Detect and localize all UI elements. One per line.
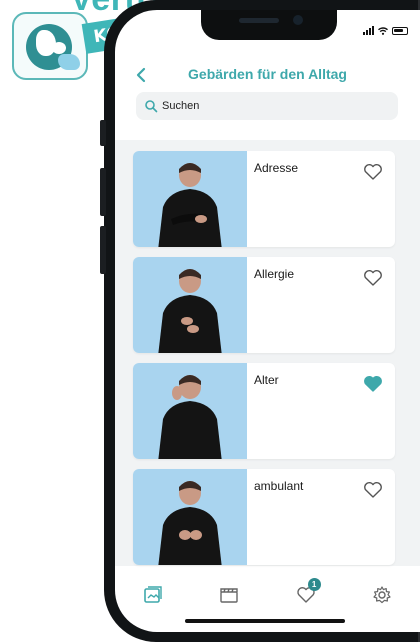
- sign-card-alter[interactable]: Alter: [133, 363, 395, 459]
- search-field[interactable]: Suchen: [136, 92, 398, 120]
- sign-label: Alter: [254, 373, 279, 387]
- sign-list: Adresse Allergie Alter ambulant: [115, 140, 420, 566]
- battery-icon: [392, 26, 408, 35]
- sign-video-thumbnail[interactable]: [133, 151, 247, 247]
- phone-volume-up: [100, 168, 106, 216]
- sign-card-adresse[interactable]: Adresse: [133, 151, 395, 247]
- tab-videos[interactable]: [209, 580, 249, 610]
- wifi-icon: [378, 26, 388, 35]
- signer-figure: [158, 481, 222, 565]
- page-title: Gebärden für den Alltag: [188, 66, 347, 82]
- phone-volume-down: [100, 226, 106, 274]
- gear-icon: [373, 586, 391, 604]
- favorites-count-badge: 1: [307, 578, 321, 591]
- clapperboard-icon: [220, 588, 239, 603]
- heart-outline-icon[interactable]: [363, 481, 383, 499]
- sign-label: Allergie: [254, 267, 295, 281]
- gallery-icon: [144, 586, 162, 603]
- tab-bar: 1: [115, 575, 420, 615]
- heart-filled-icon[interactable]: [363, 375, 383, 393]
- search-icon: [145, 100, 158, 113]
- tab-settings[interactable]: [362, 580, 402, 610]
- signer-figure: [158, 269, 222, 353]
- search-placeholder: Suchen: [162, 100, 200, 112]
- sign-label: ambulant: [254, 479, 304, 493]
- tab-favorites[interactable]: 1: [286, 578, 326, 610]
- heart-outline-icon[interactable]: [363, 163, 383, 181]
- sign-video-thumbnail[interactable]: [133, 257, 247, 353]
- sign-card-allergie[interactable]: Allergie: [133, 257, 395, 353]
- status-bar: [363, 26, 408, 35]
- heart-outline-icon[interactable]: [363, 269, 383, 287]
- signal-icon: [363, 26, 374, 35]
- tab-gallery[interactable]: [133, 580, 173, 610]
- phone-side-button: [100, 120, 106, 146]
- sign-label: Adresse: [254, 161, 299, 175]
- sign-video-thumbnail[interactable]: [133, 469, 247, 565]
- app-icon: [12, 12, 88, 80]
- notch: [201, 10, 337, 40]
- signer-figure: [158, 163, 222, 247]
- sign-card-ambulant[interactable]: ambulant: [133, 469, 395, 565]
- sign-video-thumbnail[interactable]: [133, 363, 247, 459]
- home-indicator: [185, 619, 345, 623]
- signer-figure: [158, 375, 222, 459]
- nav-bar: Gebärden für den Alltag: [115, 62, 420, 88]
- hand-icon: [58, 54, 80, 70]
- phone-screen: Gebärden für den Alltag Suchen Adresse A…: [115, 10, 420, 632]
